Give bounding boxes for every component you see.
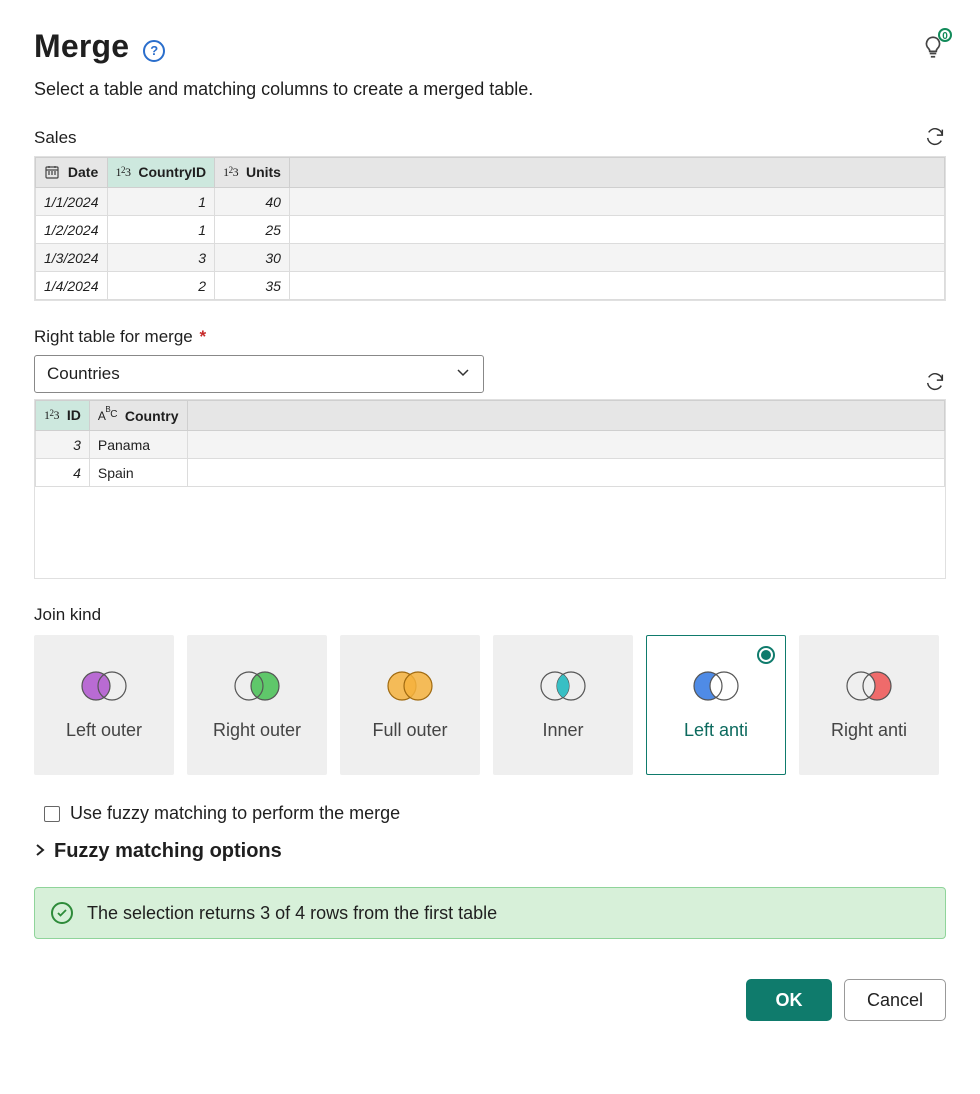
right-table-select[interactable]: Countries [34, 355, 484, 393]
join-left-anti[interactable]: Left anti [646, 635, 786, 775]
table-row[interactable]: 1/3/2024 3 30 [36, 244, 945, 272]
venn-left-outer-icon [74, 666, 134, 706]
ideas-icon[interactable]: 0 [920, 34, 946, 60]
venn-left-anti-icon [686, 666, 746, 706]
status-banner: The selection returns 3 of 4 rows from t… [34, 887, 946, 939]
fuzzy-options-toggle[interactable]: Fuzzy matching options [34, 840, 946, 863]
refresh-icon[interactable] [924, 126, 946, 148]
page-subtitle: Select a table and matching columns to c… [34, 79, 946, 100]
col-date[interactable]: Date [36, 158, 108, 188]
table-row[interactable]: 4 Spain [36, 459, 945, 487]
number-type-icon: 123 [44, 408, 59, 423]
join-full-outer[interactable]: Full outer [340, 635, 480, 775]
col-units[interactable]: 123 Units [215, 158, 290, 188]
selected-radio-icon [757, 646, 775, 664]
join-kind-group: Left outer Right outer Full outer [34, 635, 946, 775]
col-id[interactable]: 123 ID [36, 401, 90, 431]
col-country[interactable]: ABC Country [89, 401, 187, 431]
checkbox-icon [44, 806, 60, 822]
join-left-outer[interactable]: Left outer [34, 635, 174, 775]
table-header-row: 123 ID ABC Country [36, 401, 945, 431]
number-type-icon: 123 [116, 165, 131, 180]
chevron-down-icon [455, 364, 471, 385]
page-title: Merge [34, 28, 129, 65]
left-table-label: Sales [34, 128, 77, 148]
table-row[interactable]: 1/2/2024 1 25 [36, 216, 945, 244]
ok-button[interactable]: OK [746, 979, 832, 1021]
number-type-icon: 123 [223, 165, 238, 180]
join-right-anti[interactable]: Right anti [799, 635, 939, 775]
venn-right-outer-icon [227, 666, 287, 706]
status-message: The selection returns 3 of 4 rows from t… [87, 903, 497, 924]
success-check-icon [51, 902, 73, 924]
left-table[interactable]: Date 123 CountryID 123 Units 1/1/2024 [34, 156, 946, 301]
fuzzy-checkbox[interactable]: Use fuzzy matching to perform the merge [44, 803, 946, 824]
ideas-badge: 0 [938, 28, 952, 42]
venn-full-outer-icon [380, 666, 440, 706]
right-table-label: Right table for merge [34, 327, 193, 346]
text-type-icon: ABC [98, 409, 117, 423]
refresh-icon[interactable] [924, 371, 946, 393]
cancel-button[interactable]: Cancel [844, 979, 946, 1021]
calendar-icon [44, 164, 60, 180]
join-right-outer[interactable]: Right outer [187, 635, 327, 775]
join-kind-label: Join kind [34, 605, 946, 625]
chevron-right-icon [34, 840, 46, 863]
venn-right-anti-icon [839, 666, 899, 706]
table-row[interactable]: 1/4/2024 2 35 [36, 272, 945, 300]
venn-inner-icon [533, 666, 593, 706]
table-row[interactable]: 3 Panama [36, 431, 945, 459]
table-row[interactable]: 1/1/2024 1 40 [36, 188, 945, 216]
table-header-row: Date 123 CountryID 123 Units [36, 158, 945, 188]
required-asterisk: * [199, 327, 206, 346]
col-countryid[interactable]: 123 CountryID [107, 158, 215, 188]
right-table[interactable]: 123 ID ABC Country 3 Panama 4 [34, 399, 946, 579]
join-inner[interactable]: Inner [493, 635, 633, 775]
help-icon[interactable]: ? [143, 40, 165, 62]
